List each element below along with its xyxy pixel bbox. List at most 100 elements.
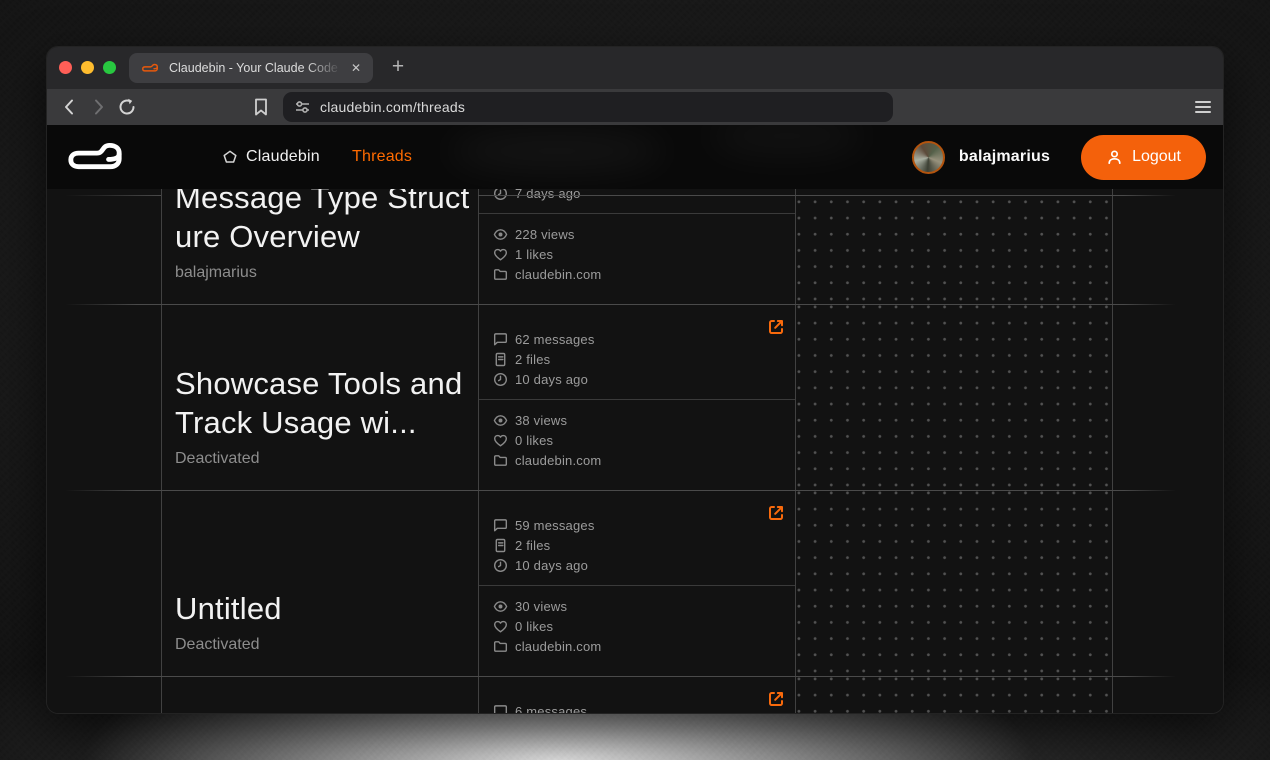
site-permissions-icon[interactable]: [295, 100, 310, 114]
tab-title: Claudebin - Your Claude Code: [169, 61, 345, 75]
likes-count: 0 likes: [515, 619, 553, 634]
views-stat: 30 views: [493, 596, 779, 616]
likes-count: 1 likes: [515, 247, 553, 262]
thread-title-cell[interactable]: [161, 676, 478, 713]
thread-author: Deactivated: [175, 449, 454, 469]
open-thread-icon[interactable]: [767, 690, 785, 708]
url-bar[interactable]: claudebin.com/threads: [283, 92, 893, 122]
file-icon: [493, 352, 508, 367]
nav-item-claudebin[interactable]: Claudebin: [223, 125, 320, 189]
site-navbar: Claudebin Threads balajmarius Logout: [47, 125, 1223, 189]
clock-icon: [493, 372, 508, 387]
message-icon: [493, 518, 508, 533]
reload-button[interactable]: [117, 97, 137, 117]
message-icon: [493, 332, 508, 347]
nav-item-threads[interactable]: Threads: [352, 125, 412, 189]
new-tab-button[interactable]: +: [385, 51, 411, 83]
person-icon: [1106, 149, 1123, 166]
home-icon: [223, 150, 237, 164]
username-label: balajmarius: [959, 148, 1050, 166]
files-count: 2 files: [515, 352, 550, 367]
domain-stat: claudebin.com: [493, 636, 779, 656]
grid-vline: [1112, 189, 1113, 713]
grid-vline: [795, 189, 796, 713]
stats-divider: [478, 399, 795, 400]
grid-vline: [478, 189, 479, 713]
message-icon: [493, 704, 508, 714]
bookmark-icon[interactable]: [251, 97, 271, 117]
row-border: [478, 195, 1176, 196]
forward-button[interactable]: [89, 97, 109, 117]
claudebin-favicon: [141, 62, 159, 74]
folder-icon: [493, 453, 508, 468]
heart-icon: [493, 433, 508, 448]
logout-label: Logout: [1132, 148, 1181, 166]
dot-pattern-cell: [795, 304, 1112, 490]
open-thread-icon[interactable]: [767, 318, 785, 336]
messages-count: 6 messages: [515, 704, 587, 714]
browser-window: Claudebin - Your Claude Code ✕ +: [46, 46, 1224, 714]
thread-title: ure Overview: [175, 217, 454, 256]
thread-row[interactable]: 6 messages: [65, 676, 1112, 713]
views-stat: 38 views: [493, 410, 779, 430]
likes-stat: 0 likes: [493, 616, 779, 636]
files-stat: 2 files: [493, 535, 779, 555]
stats-divider: [478, 585, 795, 586]
close-window-button[interactable]: [59, 61, 72, 74]
time-stat: 10 days ago: [493, 369, 779, 389]
views-stat: 228 views: [493, 224, 779, 244]
time-stat: 10 days ago: [493, 555, 779, 575]
heart-icon: [493, 619, 508, 634]
messages-count: 62 messages: [515, 332, 595, 347]
views-count: 38 views: [515, 413, 567, 428]
open-thread-icon[interactable]: [767, 504, 785, 522]
eye-icon: [493, 227, 508, 242]
likes-count: 0 likes: [515, 433, 553, 448]
blur-artifact: [707, 125, 867, 157]
dot-pattern-cell: [795, 676, 1112, 713]
views-count: 30 views: [515, 599, 567, 614]
row-border: [65, 676, 1176, 677]
thread-title-cell[interactable]: Untitled Deactivated: [161, 490, 478, 676]
thread-author: balajmarius: [175, 263, 454, 283]
row-border: [65, 490, 1176, 491]
row-gutter: [65, 304, 161, 490]
row-border: [65, 304, 1176, 305]
likes-stat: 0 likes: [493, 430, 779, 450]
menu-icon[interactable]: [1195, 99, 1211, 115]
url-text[interactable]: claudebin.com/threads: [320, 99, 465, 115]
user-avatar[interactable]: [912, 141, 945, 174]
tab-close-icon[interactable]: ✕: [351, 61, 361, 75]
heart-icon: [493, 247, 508, 262]
maximize-window-button[interactable]: [103, 61, 116, 74]
domain-stat: claudebin.com: [493, 264, 779, 284]
nav-claudebin-label: Claudebin: [246, 148, 320, 166]
clock-icon: [493, 558, 508, 573]
domain-label: claudebin.com: [515, 639, 601, 654]
file-icon: [493, 538, 508, 553]
eye-icon: [493, 599, 508, 614]
browser-tab-bar: Claudebin - Your Claude Code ✕ +: [47, 47, 1223, 89]
logout-button[interactable]: Logout: [1081, 135, 1206, 180]
domain-label: claudebin.com: [515, 453, 601, 468]
dot-pattern-cell: [795, 490, 1112, 676]
messages-stat: 6 messages: [493, 701, 779, 713]
time-ago: 10 days ago: [515, 558, 588, 573]
minimize-window-button[interactable]: [81, 61, 94, 74]
claudebin-logo[interactable]: [65, 142, 125, 172]
likes-stat: 1 likes: [493, 244, 779, 264]
thread-row[interactable]: Untitled Deactivated 59 messages 2 files: [65, 490, 1112, 676]
time-ago: 10 days ago: [515, 372, 588, 387]
files-count: 2 files: [515, 538, 550, 553]
thread-row[interactable]: Showcase Tools and Track Usage wi... Dea…: [65, 304, 1112, 490]
thread-title-cell[interactable]: Showcase Tools and Track Usage wi... Dea…: [161, 304, 478, 490]
back-button[interactable]: [59, 97, 79, 117]
blur-artifact: [447, 131, 667, 171]
domain-stat: claudebin.com: [493, 450, 779, 470]
thread-author: Deactivated: [175, 635, 454, 655]
thread-stats-cell: 62 messages 2 files 10 days ago 38 views: [478, 304, 795, 490]
thread-stats-cell: 59 messages 2 files 10 days ago 30 views: [478, 490, 795, 676]
row-border: [65, 195, 161, 196]
browser-tab[interactable]: Claudebin - Your Claude Code ✕: [129, 53, 373, 83]
thread-title: Untitled: [175, 589, 454, 628]
